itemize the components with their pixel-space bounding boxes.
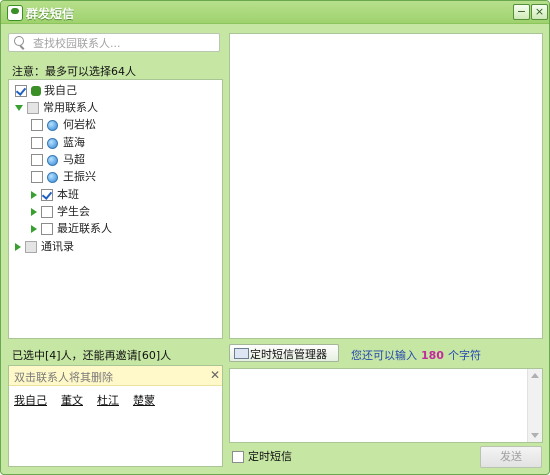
title-bar: 群发短信 − × bbox=[1, 1, 549, 24]
checkbox[interactable] bbox=[31, 154, 43, 166]
timed-sms-checkbox[interactable] bbox=[232, 451, 244, 463]
tree-item-label: 我自己 bbox=[44, 84, 77, 97]
selection-count-text: 已选中[4]人，还能再邀请[60]人 bbox=[12, 349, 172, 362]
tree-item-group[interactable]: 最近联系人 bbox=[31, 221, 112, 237]
expand-arrow-icon[interactable] bbox=[31, 225, 37, 233]
tree-item-label: 蓝海 bbox=[63, 136, 85, 149]
recipient-list: 双击联系人将其删除 ✕ 我自己 董文 杜江 楚蒙 bbox=[8, 365, 223, 467]
char-remaining-count: 180 bbox=[421, 349, 444, 362]
timed-sms-label: 定时短信 bbox=[248, 450, 292, 463]
tree-item-label: 何岩松 bbox=[63, 118, 96, 131]
timed-sms-manager-button[interactable]: 定时短信管理器 bbox=[229, 344, 339, 362]
contact-status-icon bbox=[47, 137, 58, 149]
user-icon bbox=[31, 86, 41, 96]
contact-search-box[interactable] bbox=[8, 33, 220, 52]
tree-item-frequent[interactable]: 常用联系人 bbox=[15, 100, 98, 116]
contact-status-icon bbox=[47, 119, 58, 131]
close-button[interactable]: × bbox=[531, 4, 548, 20]
tree-item-contact[interactable]: 马超 bbox=[31, 152, 85, 168]
tree-item-address-book[interactable]: 通讯录 bbox=[15, 239, 74, 255]
tree-item-label: 本班 bbox=[57, 188, 79, 201]
recipient-link[interactable]: 楚蒙 bbox=[133, 394, 155, 407]
char-remaining-suffix: 个字符 bbox=[447, 349, 481, 362]
scroll-down-icon[interactable] bbox=[531, 433, 539, 438]
app-logo-icon bbox=[7, 5, 23, 21]
recipient-link[interactable]: 董文 bbox=[61, 394, 83, 407]
tree-item-label: 最近联系人 bbox=[57, 222, 112, 235]
tree-item-group[interactable]: 本班 bbox=[31, 187, 79, 203]
contact-status-icon bbox=[47, 154, 58, 166]
checkbox[interactable] bbox=[31, 119, 43, 131]
checkbox[interactable] bbox=[41, 223, 53, 235]
expand-arrow-icon[interactable] bbox=[15, 243, 21, 251]
checkbox[interactable] bbox=[25, 241, 37, 253]
checkbox[interactable] bbox=[41, 206, 53, 218]
tree-item-group[interactable]: 学生会 bbox=[31, 204, 90, 220]
envelope-icon bbox=[234, 348, 249, 359]
send-button[interactable]: 发送 bbox=[480, 446, 542, 468]
tree-item-label: 通讯录 bbox=[41, 240, 74, 253]
expand-arrow-icon[interactable] bbox=[31, 208, 37, 216]
timed-sms-option[interactable]: 定时短信 bbox=[232, 448, 292, 464]
timed-sms-manager-label: 定时短信管理器 bbox=[250, 348, 327, 361]
checkbox[interactable] bbox=[41, 189, 53, 201]
tree-item-myself[interactable]: 我自己 bbox=[15, 83, 77, 99]
tree-item-label: 学生会 bbox=[57, 205, 90, 218]
char-remaining-prefix: 您还可以输入 bbox=[351, 349, 417, 362]
checkbox[interactable] bbox=[31, 137, 43, 149]
recipient-link[interactable]: 杜江 bbox=[97, 394, 119, 407]
tree-item-label: 常用联系人 bbox=[43, 101, 98, 114]
window-title: 群发短信 bbox=[26, 7, 75, 21]
recipient-hint-text: 双击联系人将其删除 bbox=[14, 371, 113, 384]
recipient-link[interactable]: 我自己 bbox=[14, 394, 47, 407]
minimize-button[interactable]: − bbox=[513, 4, 530, 20]
checkbox[interactable] bbox=[15, 85, 27, 97]
close-hint-icon[interactable]: ✕ bbox=[210, 368, 220, 382]
search-input[interactable] bbox=[31, 35, 217, 51]
search-icon bbox=[14, 36, 24, 46]
contact-status-icon bbox=[47, 171, 58, 183]
message-scrollbar[interactable] bbox=[527, 369, 542, 442]
group-sms-window: 群发短信 − × 注意：最多可以选择64人 我自己 常用联系人 何岩松 蓝海 马… bbox=[0, 0, 550, 475]
selection-limit-note: 注意：最多可以选择64人 bbox=[12, 65, 136, 78]
tree-item-label: 马超 bbox=[63, 153, 85, 166]
tree-item-label: 王振兴 bbox=[63, 170, 96, 183]
checkbox[interactable] bbox=[27, 102, 39, 114]
scroll-up-icon[interactable] bbox=[531, 373, 539, 378]
recipient-hint-bar: 双击联系人将其删除 ✕ bbox=[9, 366, 222, 386]
message-input[interactable] bbox=[229, 368, 543, 443]
expand-arrow-icon[interactable] bbox=[15, 105, 23, 111]
tree-item-contact[interactable]: 何岩松 bbox=[31, 117, 96, 133]
tree-item-contact[interactable]: 王振兴 bbox=[31, 169, 96, 185]
expand-arrow-icon[interactable] bbox=[31, 191, 37, 199]
char-remaining-text: 您还可以输入 180 个字符 bbox=[351, 347, 481, 363]
recipient-names: 我自己 董文 杜江 楚蒙 bbox=[14, 392, 169, 408]
checkbox[interactable] bbox=[31, 171, 43, 183]
message-history-panel bbox=[229, 33, 543, 339]
contact-tree: 我自己 常用联系人 何岩松 蓝海 马超 王振兴 本班 学生会 最近联系人 通讯录 bbox=[8, 79, 223, 339]
tree-item-contact[interactable]: 蓝海 bbox=[31, 135, 85, 151]
